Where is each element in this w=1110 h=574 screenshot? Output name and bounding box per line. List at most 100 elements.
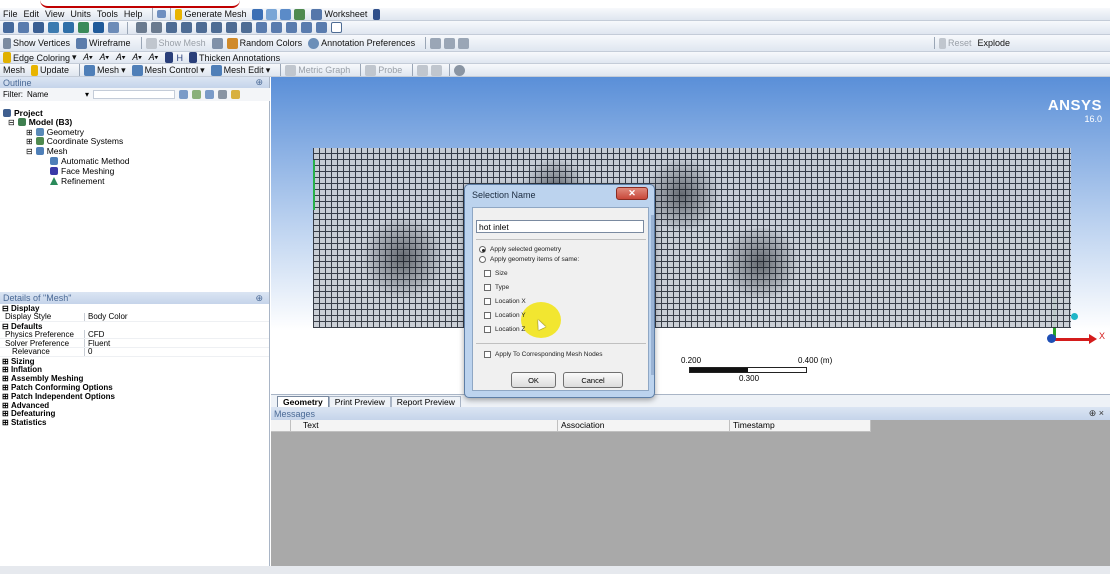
- wireframe-button[interactable]: Wireframe: [76, 37, 131, 49]
- tab-geometry[interactable]: Geometry: [277, 396, 329, 407]
- tree-expand-icon[interactable]: [192, 90, 201, 99]
- metric-graph-button[interactable]: Metric Graph: [285, 64, 350, 76]
- section-plane-icon[interactable]: [252, 8, 264, 20]
- table-icon[interactable]: [294, 8, 306, 20]
- details-row-relevance[interactable]: Relevance 0: [0, 347, 269, 357]
- filter-icon[interactable]: [18, 22, 29, 33]
- tree-item-refinement[interactable]: Refinement: [50, 176, 104, 186]
- node-select-icon[interactable]: [93, 22, 104, 33]
- details-group-inflation[interactable]: ⊞ Inflation: [0, 365, 269, 374]
- tree-item-face-meshing[interactable]: Face Meshing: [50, 166, 114, 176]
- option-size-checkbox[interactable]: Size: [484, 270, 508, 277]
- column-timestamp[interactable]: Timestamp: [730, 420, 871, 431]
- show-mesh-button[interactable]: Show Mesh: [145, 37, 206, 49]
- filter-icon[interactable]: [179, 90, 188, 99]
- chart-icon[interactable]: [417, 64, 429, 76]
- vertex-select-icon[interactable]: [33, 22, 44, 33]
- column-text[interactable]: Text: [291, 420, 558, 431]
- collapse-icon[interactable]: ⊟: [8, 118, 15, 127]
- apply-selected-radio[interactable]: Apply selected geometry: [479, 246, 561, 253]
- ok-button[interactable]: OK: [511, 372, 556, 388]
- dialog-scrollbar[interactable]: [651, 215, 654, 375]
- details-group-patch-independent[interactable]: ⊞ Patch Independent Options: [0, 392, 269, 401]
- details-group-patch-conforming[interactable]: ⊞ Patch Conforming Options: [0, 383, 269, 392]
- filter-type-select[interactable]: Name ▾: [27, 90, 89, 99]
- pen-icon[interactable]: [164, 52, 173, 63]
- thicken-annotations-button[interactable]: Thicken Annotations: [189, 52, 280, 63]
- selection-name-input[interactable]: [476, 220, 644, 233]
- menu-help[interactable]: Help: [124, 9, 143, 19]
- mesh-menu-button[interactable]: Mesh ▾: [84, 64, 126, 76]
- menu-file[interactable]: File: [3, 9, 18, 19]
- option-location-y-checkbox[interactable]: Location Y: [484, 312, 526, 319]
- zoom-out-icon[interactable]: [181, 22, 192, 33]
- ruler-h-icon[interactable]: H: [177, 53, 184, 63]
- tree-item-mesh[interactable]: ⊟ Mesh: [26, 146, 68, 156]
- pin-icon[interactable]: ⊕: [255, 293, 263, 304]
- tab-report-preview[interactable]: Report Preview: [390, 396, 461, 407]
- body-select-icon[interactable]: [78, 22, 89, 33]
- option-location-x-checkbox[interactable]: Location X: [484, 298, 526, 305]
- update-button[interactable]: Update: [31, 64, 69, 76]
- display-icon[interactable]: [301, 22, 312, 33]
- sphere-icon[interactable]: [454, 64, 466, 76]
- mesh-control-button[interactable]: Mesh Control ▾: [131, 64, 205, 76]
- apply-items-radio[interactable]: Apply geometry items of same:: [479, 256, 579, 263]
- face-select-icon[interactable]: [63, 22, 74, 33]
- window-icon[interactable]: [331, 22, 342, 33]
- image-icon[interactable]: [266, 8, 278, 20]
- generate-mesh-button[interactable]: Generate Mesh: [175, 8, 246, 20]
- show-vertices-button[interactable]: Show Vertices: [3, 37, 70, 49]
- ruler-icon[interactable]: [430, 37, 442, 49]
- option-location-z-checkbox[interactable]: Location Z: [484, 326, 525, 333]
- ruler-icon[interactable]: [444, 37, 456, 49]
- tree-item-automatic-method[interactable]: Automatic Method: [50, 156, 130, 166]
- previous-view-icon[interactable]: [256, 22, 267, 33]
- screenshot-icon[interactable]: [280, 8, 292, 20]
- menu-view[interactable]: View: [45, 9, 64, 19]
- details-group-statistics[interactable]: ⊞ Statistics: [0, 418, 269, 427]
- reset-button[interactable]: Reset: [938, 37, 971, 49]
- rotate-icon[interactable]: [136, 22, 147, 33]
- axes-icon[interactable]: [211, 37, 223, 49]
- select-arrow-icon[interactable]: [373, 8, 381, 20]
- details-group-assembly-meshing[interactable]: ⊞ Assembly Meshing: [0, 374, 269, 383]
- magnifier-window-icon[interactable]: [241, 22, 252, 33]
- extend-select-icon[interactable]: [108, 22, 119, 33]
- expand-icon[interactable]: ⊞: [26, 137, 33, 146]
- details-group-sizing[interactable]: ⊞ Sizing: [0, 357, 269, 366]
- zoom-box-icon[interactable]: [196, 22, 207, 33]
- edge-style-dropdown[interactable]: 𝐴▾: [148, 52, 158, 63]
- zoom-fit-icon[interactable]: [211, 22, 222, 33]
- tree-item-coordinate-systems[interactable]: ⊞ Coordinate Systems: [26, 136, 123, 146]
- probe-button[interactable]: Probe: [365, 64, 402, 76]
- ruler-icon[interactable]: [458, 37, 470, 49]
- column-association[interactable]: Association: [558, 420, 730, 431]
- label-icon[interactable]: [316, 22, 327, 33]
- details-group-defeaturing[interactable]: ⊞ Defeaturing: [0, 409, 269, 418]
- dialog-close-button[interactable]: ✕: [616, 187, 648, 200]
- isometric-icon[interactable]: [286, 22, 297, 33]
- annotation-preferences-button[interactable]: Annotation Preferences: [308, 37, 415, 49]
- tree-show-icon[interactable]: [231, 90, 240, 99]
- zoom-icon[interactable]: [166, 22, 177, 33]
- select-mode-icon[interactable]: [3, 22, 14, 33]
- chart-icon[interactable]: [431, 64, 443, 76]
- pin-icon[interactable]: ⊕: [255, 77, 263, 88]
- tab-print-preview[interactable]: Print Preview: [328, 396, 391, 407]
- tree-options-icon[interactable]: [218, 90, 227, 99]
- tree-collapse-icon[interactable]: [205, 90, 214, 99]
- mesh-edit-button[interactable]: Mesh Edit ▾: [210, 64, 270, 76]
- apply-to-nodes-checkbox[interactable]: Apply To Corresponding Mesh Nodes: [484, 351, 603, 358]
- random-colors-button[interactable]: Random Colors: [226, 37, 302, 49]
- edge-style-dropdown[interactable]: 𝐴▾: [83, 52, 93, 63]
- explode-label[interactable]: Explode: [977, 38, 1010, 48]
- next-view-icon[interactable]: [271, 22, 282, 33]
- menu-units[interactable]: Units: [70, 9, 91, 19]
- pan-icon[interactable]: [151, 22, 162, 33]
- edge-style-dropdown[interactable]: 𝐴▾: [99, 52, 109, 63]
- edge-style-dropdown[interactable]: 𝐴▾: [115, 52, 125, 63]
- redo-icon[interactable]: [157, 10, 167, 18]
- menu-edit[interactable]: Edit: [24, 9, 40, 19]
- tree-item-model[interactable]: ⊟ Model (B3): [8, 117, 72, 127]
